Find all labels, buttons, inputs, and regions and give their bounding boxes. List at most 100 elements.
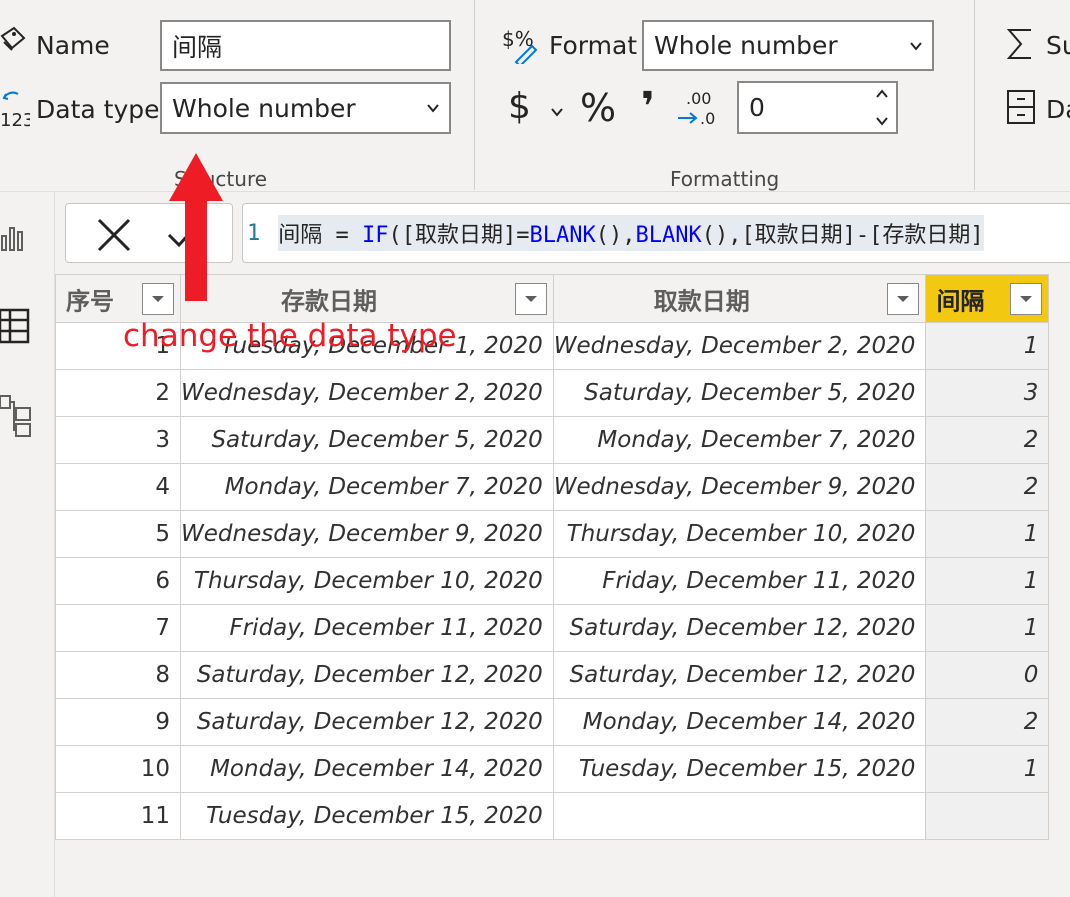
cell-xuhao[interactable]: 11	[55, 792, 181, 840]
cell-qukuan-date[interactable]: Saturday, December 5, 2020	[552, 369, 927, 417]
format-icon: $%	[502, 24, 542, 68]
cell-xuhao[interactable]: 8	[55, 651, 181, 699]
name-input[interactable]: 间隔	[160, 20, 451, 71]
cell-xuhao[interactable]: 7	[55, 604, 181, 652]
column-header-qukuan[interactable]: 取款日期	[552, 274, 927, 323]
annotation-arrow-icon	[169, 153, 223, 301]
column-header-cunkuan[interactable]: 存款日期	[180, 274, 554, 323]
cell-qukuan-date[interactable]	[552, 792, 927, 840]
cell-jiange[interactable]: 2	[925, 463, 1050, 511]
cell-qukuan-date[interactable]: Wednesday, December 9, 2020	[552, 463, 927, 511]
chevron-down-icon[interactable]	[874, 114, 890, 128]
cell-cunkuan-date[interactable]: Tuesday, December 15, 2020	[180, 792, 554, 840]
cell-jiange[interactable]: 2	[925, 698, 1050, 746]
cell-jiange[interactable]: 1	[925, 604, 1050, 652]
chevron-down-icon	[897, 295, 910, 302]
formula-segment: 间隔 =	[278, 223, 362, 248]
data-category-icon	[1005, 88, 1037, 130]
formula-segment: (),	[595, 223, 636, 248]
decrease-decimal-icon[interactable]: .00.0	[678, 88, 718, 132]
column-header-xuhao[interactable]: 序号	[55, 274, 181, 323]
table-row: 4 Monday, December 7, 2020 Wednesday, Dece…	[55, 463, 1050, 511]
chevron-down-icon	[910, 41, 922, 51]
percent-button[interactable]: %	[580, 86, 616, 130]
table-row: 10 Monday, December 14, 2020 Tuesday, Dece…	[55, 745, 1050, 793]
cell-qukuan-date[interactable]: Friday, December 11, 2020	[552, 557, 927, 605]
tag-icon	[0, 26, 26, 66]
data-category-label[interactable]: Da	[1046, 95, 1070, 124]
formula-segment: (),[取款日期]-[存款日期]	[701, 223, 984, 248]
cell-qukuan-date[interactable]: Wednesday, December 2, 2020	[552, 322, 927, 370]
column-header-label: 存款日期	[281, 287, 377, 315]
table-row: 11 Tuesday, December 15, 2020	[55, 792, 1050, 840]
close-icon	[97, 218, 131, 252]
model-view-icon[interactable]	[0, 394, 32, 442]
ribbon-separator	[974, 0, 975, 190]
cell-cunkuan-date[interactable]: Saturday, December 12, 2020	[180, 698, 554, 746]
cell-jiange[interactable]: 1	[925, 557, 1050, 605]
cell-cunkuan-date[interactable]: Monday, December 7, 2020	[180, 463, 554, 511]
format-select[interactable]: Whole number	[642, 20, 934, 71]
summarization-label[interactable]: Su	[1046, 31, 1070, 60]
decimal-places-value: 0	[749, 93, 765, 122]
cell-jiange[interactable]: 2	[925, 416, 1050, 464]
name-label: Name	[36, 31, 110, 60]
chevron-up-icon[interactable]	[874, 87, 890, 101]
column-header-jiange[interactable]: 间隔	[925, 274, 1050, 323]
formula-segment: ([取款日期]=	[388, 223, 530, 248]
report-view-icon[interactable]	[0, 222, 28, 256]
comma-style-button[interactable]: ❜	[641, 84, 655, 130]
svg-text:$%: $%	[502, 27, 534, 51]
table-row: 7 Friday, December 11, 2020 Saturday, Dece…	[55, 604, 1050, 652]
cell-xuhao[interactable]: 9	[55, 698, 181, 746]
cell-jiange[interactable]: 1	[925, 510, 1050, 558]
filter-dropdown-button[interactable]	[514, 282, 547, 315]
currency-button[interactable]: $	[508, 86, 531, 127]
filter-dropdown-button[interactable]	[1010, 282, 1043, 315]
table-row: 8 Saturday, December 12, 2020 Saturday, De…	[55, 651, 1050, 699]
formula-bar[interactable]: 1 间隔 = IF([取款日期]=BLANK(),BLANK(),[取款日期]-…	[242, 203, 1070, 263]
cell-jiange[interactable]	[925, 792, 1050, 840]
formula-line-number: 1	[247, 220, 261, 246]
ribbon-separator	[474, 0, 475, 190]
cell-jiange[interactable]: 3	[925, 369, 1050, 417]
datatype-select[interactable]: Whole number	[160, 82, 451, 134]
cell-qukuan-date[interactable]: Saturday, December 12, 2020	[552, 651, 927, 699]
filter-dropdown-button[interactable]	[887, 282, 920, 315]
cell-cunkuan-date[interactable]: Monday, December 14, 2020	[180, 745, 554, 793]
cell-xuhao[interactable]: 3	[55, 416, 181, 464]
view-switcher	[0, 192, 55, 897]
cell-cunkuan-date[interactable]: Saturday, December 5, 2020	[180, 416, 554, 464]
column-header-label: 序号	[66, 287, 114, 315]
cell-jiange[interactable]: 1	[925, 322, 1050, 370]
formula-keyword: IF	[362, 223, 389, 248]
cell-xuhao[interactable]: 4	[55, 463, 181, 511]
column-header-label: 间隔	[936, 287, 985, 315]
format-label: Format	[549, 31, 638, 60]
cell-cunkuan-date[interactable]: Wednesday, December 9, 2020	[180, 510, 554, 558]
formula-keyword: BLANK	[635, 223, 702, 248]
svg-text:123: 123	[0, 110, 30, 130]
cell-cunkuan-date[interactable]: Wednesday, December 2, 2020	[180, 369, 554, 417]
formula-text[interactable]: 间隔 = IF([取款日期]=BLANK(),BLANK(),[取款日期]-[存…	[278, 215, 984, 251]
cell-qukuan-date[interactable]: Thursday, December 10, 2020	[552, 510, 927, 558]
cell-xuhao[interactable]: 2	[55, 369, 181, 417]
datatype-value: Whole number	[172, 93, 356, 123]
cell-jiange[interactable]: 1	[925, 745, 1050, 793]
cell-cunkuan-date[interactable]: Thursday, December 10, 2020	[180, 557, 554, 605]
cell-qukuan-date[interactable]: Monday, December 7, 2020	[552, 416, 927, 464]
decimal-places-input[interactable]: 0	[737, 81, 898, 134]
cell-xuhao[interactable]: 5	[55, 510, 181, 558]
table-view-icon[interactable]	[0, 308, 30, 348]
cell-cunkuan-date[interactable]: Friday, December 11, 2020	[180, 604, 554, 652]
ribbon: Name 间隔 123 Data type Whole number Struc…	[0, 0, 1070, 192]
ribbon-bottom-border	[0, 191, 1070, 192]
cell-qukuan-date[interactable]: Tuesday, December 15, 2020	[552, 745, 927, 793]
cell-cunkuan-date[interactable]: Saturday, December 12, 2020	[180, 651, 554, 699]
cell-xuhao[interactable]: 10	[55, 745, 181, 793]
cell-jiange[interactable]: 0	[925, 651, 1050, 699]
cell-qukuan-date[interactable]: Monday, December 14, 2020	[552, 698, 927, 746]
cell-qukuan-date[interactable]: Saturday, December 12, 2020	[552, 604, 927, 652]
currency-chevron-icon[interactable]	[549, 104, 565, 120]
cell-xuhao[interactable]: 6	[55, 557, 181, 605]
